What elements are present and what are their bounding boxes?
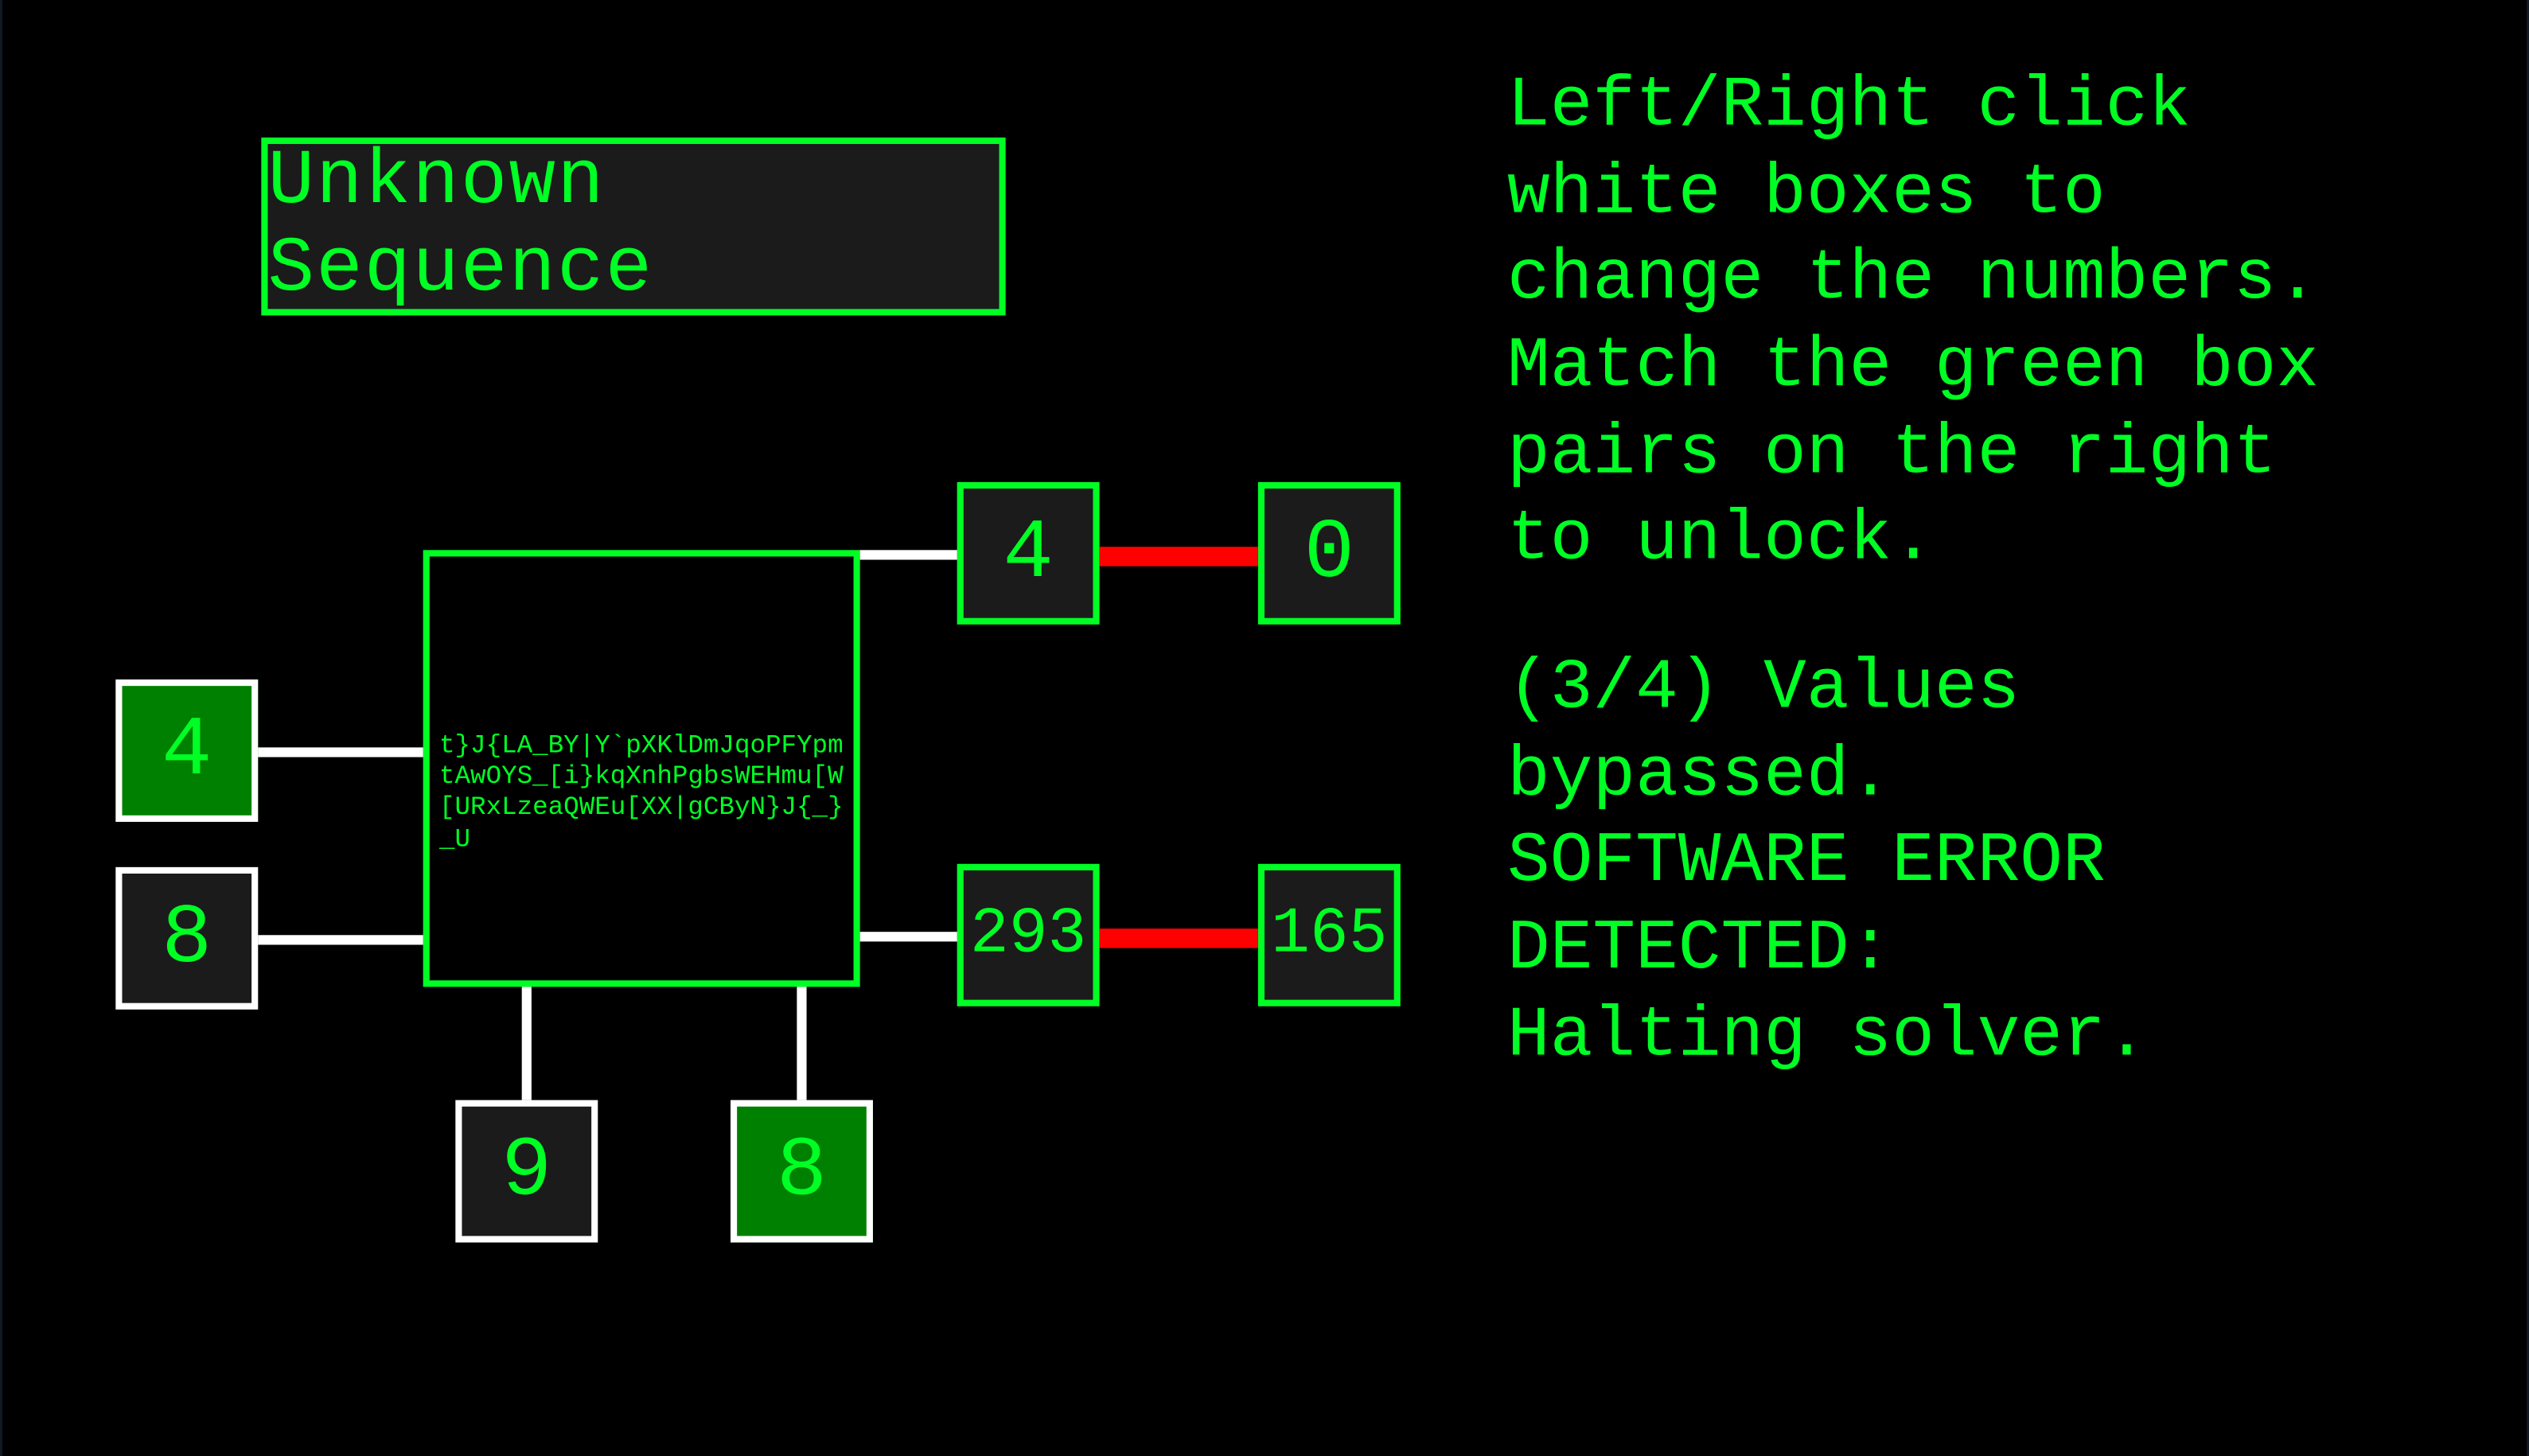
wire-bottom-right [797, 987, 806, 1100]
input-bottom-left[interactable]: 9 [455, 1100, 598, 1243]
status-text: (3/4) Values bypassed. SOFTWARE ERROR DE… [1507, 647, 2478, 1081]
input-bottom-left-value: 9 [501, 1123, 551, 1219]
puzzle-title: Unknown Sequence [261, 138, 1005, 316]
instructions-text: Left/Right click white boxes to change t… [1507, 64, 2478, 586]
input-bottom-right-value: 8 [777, 1123, 827, 1219]
wire-bottom-left [522, 987, 532, 1100]
output-top-target-value: 0 [1304, 505, 1354, 601]
input-left-bottom[interactable]: 8 [115, 867, 258, 1010]
input-left-top-value: 4 [162, 703, 212, 798]
wire-right-top [860, 550, 957, 559]
input-bottom-right[interactable]: 8 [731, 1100, 873, 1243]
input-left-top[interactable]: 4 [115, 679, 258, 822]
wire-left-top [258, 747, 423, 757]
wire-output-bottom [1100, 928, 1258, 948]
output-bottom-current-value: 293 [970, 899, 1086, 972]
wire-left-bottom [258, 935, 423, 944]
output-top-target: 0 [1258, 482, 1401, 625]
output-bottom-target-value: 165 [1271, 899, 1387, 972]
output-top-current-value: 4 [1003, 505, 1053, 601]
game-panel: Unknown Sequence t}J{LA_BY|Y`pXKlDmJqoPF… [2, 0, 2527, 1456]
code-box-text: t}J{LA_BY|Y`pXKlDmJqoPFYpmtAwOYS_[i}kqXn… [439, 731, 844, 854]
wire-output-top [1100, 547, 1258, 566]
code-box: t}J{LA_BY|Y`pXKlDmJqoPFYpmtAwOYS_[i}kqXn… [423, 550, 860, 987]
output-top-current: 4 [957, 482, 1100, 625]
output-bottom-target: 165 [1258, 864, 1401, 1006]
puzzle-title-text: Unknown Sequence [267, 139, 999, 314]
wire-right-bottom [860, 932, 957, 941]
input-left-bottom-value: 8 [162, 890, 212, 986]
output-bottom-current: 293 [957, 864, 1100, 1006]
